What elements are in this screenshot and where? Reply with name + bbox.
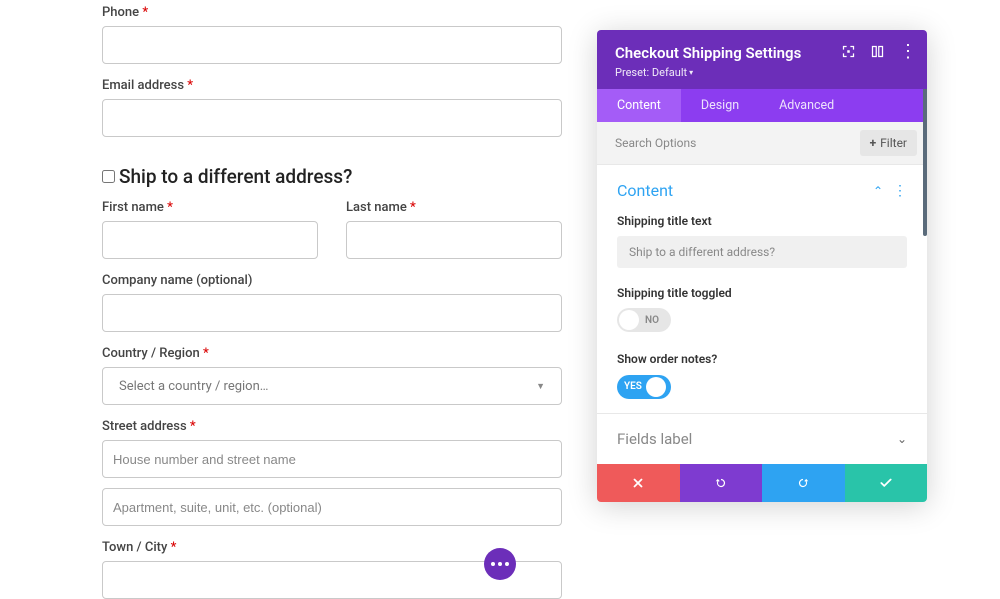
settings-panel: Checkout Shipping Settings Preset: Defau… xyxy=(597,30,927,502)
street-label: Street address * xyxy=(102,419,562,434)
tab-design[interactable]: Design xyxy=(681,89,759,122)
last-name-label: Last name * xyxy=(346,200,562,215)
country-select[interactable]: Select a country / region… ▼ xyxy=(102,367,562,405)
last-name-input[interactable] xyxy=(346,221,562,259)
focus-icon[interactable] xyxy=(841,44,856,59)
redo-button[interactable] xyxy=(762,464,845,502)
panel-header: Checkout Shipping Settings Preset: Defau… xyxy=(597,30,927,89)
check-icon xyxy=(879,476,893,490)
cancel-button[interactable] xyxy=(597,464,680,502)
first-name-input[interactable] xyxy=(102,221,318,259)
email-input[interactable] xyxy=(102,99,562,137)
close-icon xyxy=(631,476,645,490)
opt-show-order-notes-label: Show order notes? xyxy=(617,352,907,366)
required-mark: * xyxy=(190,419,196,434)
save-button[interactable] xyxy=(845,464,928,502)
ship-different-title: Ship to a different address? xyxy=(119,165,352,188)
required-mark: * xyxy=(171,540,177,555)
chevron-down-icon: ⌄ xyxy=(897,432,907,446)
redo-icon xyxy=(796,476,810,490)
email-label: Email address * xyxy=(102,78,562,93)
chevron-down-icon: ▾ xyxy=(689,68,693,77)
section-menu-icon[interactable]: ⋮ xyxy=(893,183,907,199)
opt-shipping-title-toggled-label: Shipping title toggled xyxy=(617,286,907,300)
shipping-title-toggled-toggle[interactable]: NO xyxy=(617,308,671,332)
panel-tabs: Content Design Advanced xyxy=(597,89,927,122)
plus-icon: + xyxy=(870,136,877,150)
show-order-notes-toggle[interactable]: YES xyxy=(617,375,671,399)
country-label: Country / Region * xyxy=(102,346,562,361)
tab-advanced[interactable]: Advanced xyxy=(759,89,854,122)
collapse-section-icon[interactable]: ⌃ xyxy=(873,184,883,198)
panel-preset[interactable]: Preset: Default▾ xyxy=(615,66,909,79)
required-mark: * xyxy=(167,200,173,215)
search-options-input[interactable]: Search Options xyxy=(615,136,860,150)
panel-action-bar xyxy=(597,464,927,502)
ship-different-checkbox[interactable] xyxy=(102,170,115,183)
phone-label: Phone * xyxy=(102,5,562,20)
shipping-title-text-input[interactable]: Ship to a different address? xyxy=(617,236,907,268)
section-content-title: Content xyxy=(617,181,673,200)
required-mark: * xyxy=(203,346,209,361)
company-input[interactable] xyxy=(102,294,562,332)
undo-button[interactable] xyxy=(680,464,763,502)
section-fields-label[interactable]: Fields label ⌄ xyxy=(597,413,927,464)
required-mark: * xyxy=(142,5,148,20)
undo-icon xyxy=(714,476,728,490)
filter-button[interactable]: +Filter xyxy=(860,130,917,156)
company-label: Company name (optional) xyxy=(102,273,562,288)
required-mark: * xyxy=(410,200,416,215)
opt-shipping-title-text-label: Shipping title text xyxy=(617,214,907,228)
phone-input[interactable] xyxy=(102,26,562,64)
street2-input[interactable] xyxy=(102,488,562,526)
first-name-label: First name * xyxy=(102,200,318,215)
chevron-down-icon: ▼ xyxy=(536,381,551,392)
required-mark: * xyxy=(187,78,193,93)
columns-icon[interactable] xyxy=(870,44,885,59)
tab-content[interactable]: Content xyxy=(597,89,681,122)
kebab-menu-icon[interactable]: ⋮ xyxy=(899,45,917,59)
module-options-fab[interactable] xyxy=(484,548,516,580)
street1-input[interactable] xyxy=(102,440,562,478)
